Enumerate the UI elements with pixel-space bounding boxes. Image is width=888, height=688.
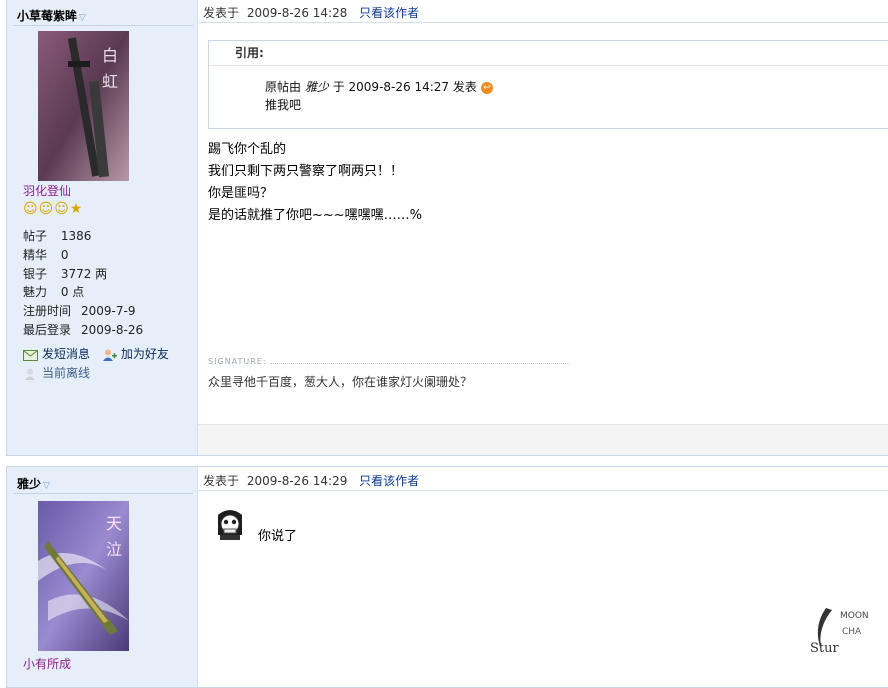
post-2-content: 发表于 2009-8-26 14:29 只看该作者 你说了 [198, 467, 888, 687]
stat-value: 3772 两 [60, 266, 108, 281]
only-author-link[interactable]: 只看该作者 [359, 6, 419, 20]
post-message: 踢飞你个乱的 我们只剩下两只警察了啊两只！！ 你是匪吗？ 是的话就推了你吧~~~… [208, 139, 422, 227]
quote-origin-time: 2009-8-26 14:27 发表 [348, 80, 477, 94]
post-1-author-panel: 小草莓紫眸 ▽ 白 虹 羽化登仙 ☺☺☺★ 帖子 1386 精华 0 银子 377… [7, 0, 198, 455]
send-pm-label[interactable]: 发短消息 [42, 347, 90, 361]
author-name-text[interactable]: 雅少 [17, 477, 41, 491]
send-pm-link[interactable]: 发短消息 [23, 347, 90, 361]
user-stats: 帖子 1386 精华 0 银子 3772 两 魅力 0 点 注册时间 2009-7… [23, 227, 143, 340]
stat-row: 帖子 1386 [23, 227, 143, 246]
message-line: 踢飞你个乱的 [208, 142, 287, 157]
post-footer [198, 424, 888, 455]
rank-stars-icon: ☺☺☺★ [23, 201, 84, 217]
post-header: 发表于 2009-8-26 14:28 只看该作者 [198, 0, 888, 23]
online-status: 当前离线 [23, 364, 169, 383]
posted-time: 2009-8-26 14:29 [246, 474, 348, 488]
chevron-down-icon[interactable]: ▽ [43, 481, 50, 491]
stat-row: 魅力 0 点 [23, 283, 143, 302]
user-rank: 羽化登仙 [23, 184, 72, 198]
stat-label: 最后登录 [23, 322, 72, 337]
stat-value: 1386 [60, 229, 92, 243]
post-1: 小草莓紫眸 ▽ 白 虹 羽化登仙 ☺☺☺★ 帖子 1386 精华 0 银子 377… [6, 0, 888, 456]
stat-value: 0 [60, 247, 69, 262]
signature-text: 众里寻他千百度，葱大人，你在谁家灯火阑珊处？ [208, 375, 473, 389]
stat-row: 注册时间 2009-7-9 [23, 302, 143, 321]
quote-origin: 原帖由 雅少 于 2009-8-26 14:27 发表 ↩ [265, 78, 888, 96]
author-name-text[interactable]: 小草莓紫眸 [17, 9, 77, 23]
post-message: 你说了 [258, 529, 298, 544]
user-offline-icon [25, 368, 35, 380]
svg-text:MOON: MOON [840, 611, 869, 621]
quote-origin-user[interactable]: 雅少 [305, 80, 329, 94]
svg-text:Stur: Stur [810, 641, 840, 656]
posted-time: 2009-8-26 14:28 [246, 6, 348, 20]
stat-label: 注册时间 [23, 304, 72, 319]
quote-origin-prefix: 原帖由 [265, 80, 302, 94]
stat-value: 0 点 [60, 285, 85, 300]
stat-row: 银子 3772 两 [23, 265, 143, 284]
chevron-down-icon[interactable]: ▽ [79, 13, 86, 23]
divider [13, 25, 193, 26]
stat-label: 魅力 [23, 285, 48, 300]
user-actions: 发短消息 加为好友 当前离线 [23, 345, 169, 383]
envelope-icon [23, 349, 38, 361]
message-line: 是的话就推了你吧~~~嘿嘿嘿……% [208, 208, 423, 223]
add-friend-link[interactable]: 加为好友 [102, 347, 169, 361]
author-name[interactable]: 小草莓紫眸 ▽ [17, 7, 86, 24]
svg-text:天: 天 [106, 514, 122, 533]
add-user-icon [102, 349, 117, 361]
posted-prefix: 发表于 [203, 6, 240, 20]
stat-value: 2009-8-26 [81, 322, 144, 337]
stat-row: 最后登录 2009-8-26 [23, 321, 143, 340]
post-2-author-panel: 雅少 ▽ 天 泣 小有所成 [7, 467, 198, 687]
quote-block: 引用: 原帖由 雅少 于 2009-8-26 14:27 发表 ↩ 推我吧 [208, 40, 888, 129]
quote-origin-at: 于 [332, 80, 345, 94]
post-2: 雅少▽ 天 泣 小有所成 发表于 2009-8-26 14:29 只看该作者 [6, 466, 888, 688]
message-line: 我们只剩下两只警察了啊两只！！ [208, 164, 404, 179]
svg-text:虹: 虹 [102, 72, 118, 91]
message-line: 你是匪吗？ [208, 186, 274, 201]
signature-label: SIGNATURE: [208, 357, 267, 366]
svg-text:CHA: CHA [842, 627, 862, 637]
stat-label: 银子 [23, 266, 48, 281]
stat-row: 精华 0 [23, 246, 143, 265]
stat-label: 精华 [23, 247, 48, 262]
only-author-link[interactable]: 只看该作者 [359, 474, 419, 488]
status-label: 当前离线 [42, 366, 91, 380]
author-name[interactable]: 雅少 ▽ [17, 475, 50, 492]
svg-text:泣: 泣 [106, 540, 122, 559]
stat-label: 帖子 [23, 229, 48, 243]
back-to-post-icon[interactable]: ↩ [480, 81, 493, 94]
quote-text: 推我吧 [265, 98, 302, 112]
avatar: 天 泣 [38, 501, 129, 651]
quote-header: 引用: [209, 41, 888, 66]
moon-watermark-logo: MOON CHA Stur [810, 608, 869, 656]
divider [13, 493, 193, 494]
post-header: 发表于 2009-8-26 14:29 只看该作者 [198, 467, 888, 491]
avatar: 白 虹 [38, 31, 129, 181]
signature-divider [270, 363, 570, 364]
post-1-content: 发表于 2009-8-26 14:28 只看该作者 引用: 原帖由 雅少 于 2… [198, 0, 888, 455]
posted-prefix: 发表于 [203, 474, 240, 488]
add-friend-label[interactable]: 加为好友 [121, 347, 169, 361]
stat-value: 2009-7-9 [81, 304, 136, 319]
emoticon-icon [218, 510, 242, 540]
svg-text:白: 白 [102, 46, 118, 65]
